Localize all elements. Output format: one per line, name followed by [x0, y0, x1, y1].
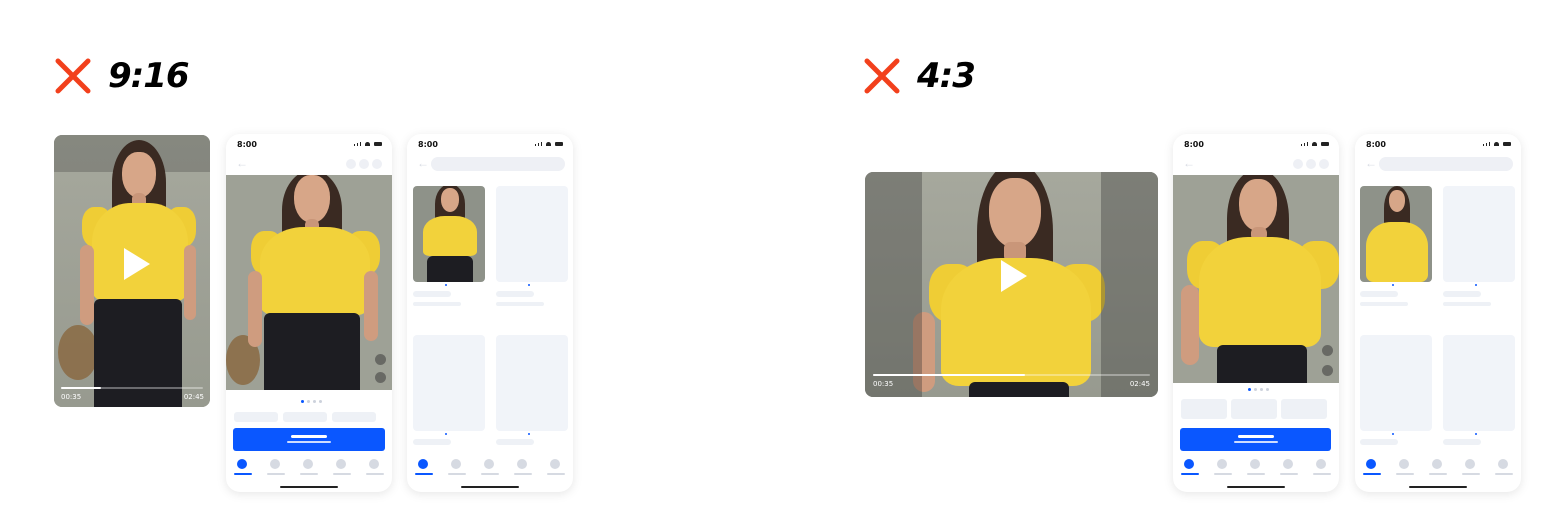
product-media[interactable]	[1173, 175, 1339, 383]
status-bar: 8:00	[226, 134, 392, 154]
video-preview[interactable]: 00:35 02:45	[865, 172, 1158, 397]
search-bar[interactable]	[1379, 157, 1513, 171]
carousel-dots[interactable]	[1248, 388, 1269, 391]
product-card[interactable]	[413, 186, 485, 282]
tab-bar	[1173, 459, 1339, 489]
back-arrow-icon[interactable]: ←	[417, 156, 429, 170]
mute-icon[interactable]	[1322, 345, 1333, 356]
video-preview[interactable]: 00:35 02:45	[54, 135, 210, 407]
action-icon[interactable]	[1293, 159, 1303, 169]
tab-home[interactable]	[1363, 459, 1381, 475]
tab-home[interactable]	[1181, 459, 1199, 475]
share-icon[interactable]	[359, 159, 369, 169]
signal-wifi-battery-icon	[354, 142, 382, 146]
tab-2[interactable]	[448, 459, 466, 475]
tab-2[interactable]	[1396, 459, 1414, 475]
heading-9-16: 9:16	[54, 56, 190, 96]
more-icon[interactable]	[1319, 159, 1329, 169]
tab-bar	[407, 459, 573, 489]
status-clock: 8:00	[418, 140, 438, 149]
tab-4[interactable]	[333, 459, 351, 475]
home-indicator	[1409, 486, 1467, 488]
tab-3[interactable]	[481, 459, 499, 475]
phone-product-detail: 8:00 ←	[1173, 134, 1339, 492]
phone-product-grid: 8:00 ←	[1355, 134, 1521, 492]
home-indicator	[280, 486, 338, 488]
tab-bar	[1355, 459, 1521, 489]
tab-2[interactable]	[1214, 459, 1232, 475]
ratio-label: 4:3	[917, 56, 976, 96]
cross-icon	[864, 58, 900, 94]
duration: 02:45	[183, 393, 204, 401]
status-clock: 8:00	[237, 140, 257, 149]
back-arrow-icon[interactable]: ←	[1365, 156, 1377, 170]
action-icon[interactable]	[346, 159, 356, 169]
search-bar[interactable]	[431, 157, 565, 171]
tab-4[interactable]	[1462, 459, 1480, 475]
status-clock: 8:00	[1184, 140, 1204, 149]
product-card[interactable]	[1360, 186, 1432, 282]
letterbox-left	[865, 172, 922, 397]
back-arrow-icon[interactable]: ←	[236, 156, 248, 170]
signal-wifi-battery-icon	[1483, 142, 1511, 146]
tab-4[interactable]	[1280, 459, 1298, 475]
phone-product-grid: 8:00 ←	[407, 134, 573, 492]
share-icon[interactable]	[1306, 159, 1316, 169]
product-card[interactable]	[413, 335, 485, 431]
status-clock: 8:00	[1366, 140, 1386, 149]
product-card[interactable]	[1360, 335, 1432, 431]
tab-5[interactable]	[366, 459, 384, 475]
signal-wifi-battery-icon	[535, 142, 563, 146]
tab-5[interactable]	[1313, 459, 1331, 475]
add-to-cart-button[interactable]	[1180, 428, 1331, 451]
current-time: 00:35	[873, 380, 894, 388]
product-card[interactable]	[496, 186, 568, 282]
heading-4-3: 4:3	[863, 56, 976, 96]
fullscreen-icon[interactable]	[375, 372, 386, 383]
cross-icon	[55, 58, 91, 94]
tab-5[interactable]	[1495, 459, 1513, 475]
product-card[interactable]	[1443, 335, 1515, 431]
tab-5[interactable]	[547, 459, 565, 475]
progress-bar[interactable]	[61, 387, 203, 389]
tab-3[interactable]	[1429, 459, 1447, 475]
play-icon[interactable]	[1001, 260, 1027, 292]
product-media[interactable]	[226, 175, 392, 390]
phone-product-detail: 8:00 ←	[226, 134, 392, 492]
add-to-cart-button[interactable]	[233, 428, 385, 451]
letterbox-right	[1101, 172, 1158, 397]
mute-icon[interactable]	[375, 354, 386, 365]
tab-bar	[226, 459, 392, 489]
home-indicator	[461, 486, 519, 488]
ratio-label: 9:16	[108, 56, 190, 96]
product-card[interactable]	[1443, 186, 1515, 282]
product-card[interactable]	[496, 335, 568, 431]
fullscreen-icon[interactable]	[1322, 365, 1333, 376]
tab-home[interactable]	[234, 459, 252, 475]
more-icon[interactable]	[372, 159, 382, 169]
tab-2[interactable]	[267, 459, 285, 475]
current-time: 00:35	[61, 393, 82, 401]
play-icon[interactable]	[124, 248, 150, 280]
signal-wifi-battery-icon	[1301, 142, 1329, 146]
carousel-dots[interactable]	[301, 400, 322, 403]
progress-bar[interactable]	[873, 374, 1150, 376]
tab-home[interactable]	[415, 459, 433, 475]
duration: 02:45	[1129, 380, 1150, 388]
tab-3[interactable]	[1247, 459, 1265, 475]
tab-3[interactable]	[300, 459, 318, 475]
home-indicator	[1227, 486, 1285, 488]
tab-4[interactable]	[514, 459, 532, 475]
back-arrow-icon[interactable]: ←	[1183, 156, 1195, 170]
